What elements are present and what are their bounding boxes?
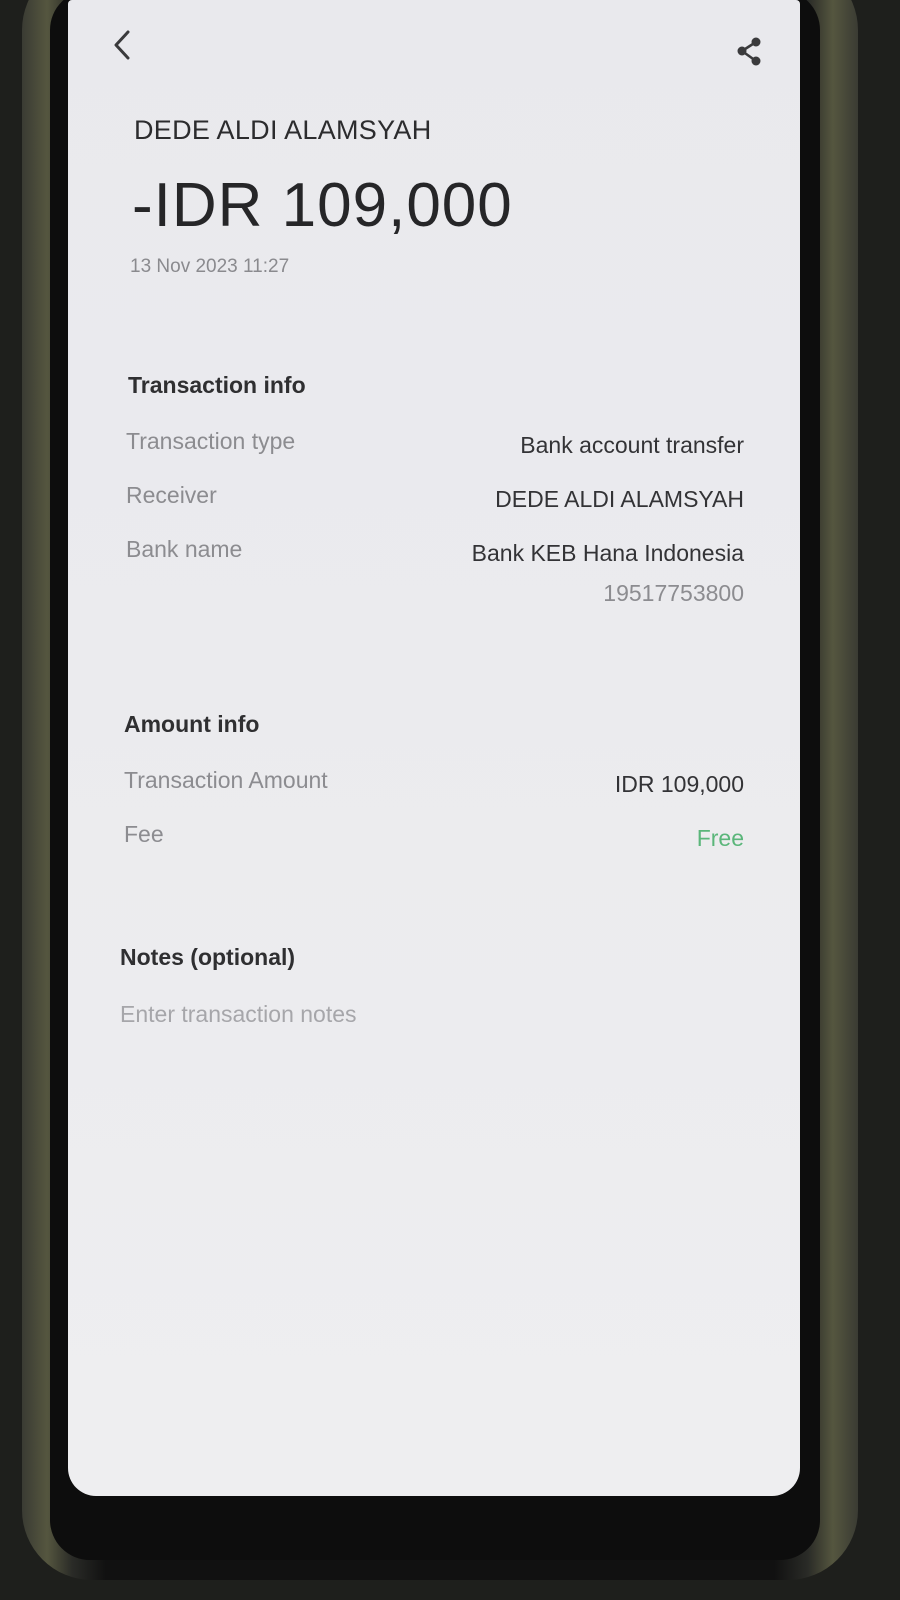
transaction-notes-input[interactable] [120,996,740,1032]
fee-label: Fee [124,821,164,847]
transaction-amount-value: IDR 109,000 [614,771,744,797]
bank-name-label: Bank name [126,536,243,562]
transaction-type-label: Transaction type [126,428,296,454]
notes-title: Notes (optional) [120,944,296,970]
transaction-type-value: Bank account transfer [520,432,744,458]
payee-name: DEDE ALDI ALAMSYAH [134,115,432,145]
bank-name-value: Bank KEB Hana Indonesia [471,540,744,566]
fee-value: Free [696,825,744,851]
transaction-datetime: 13 Nov 2023 11:27 [130,256,290,277]
account-number: 19517753800 [603,580,744,606]
amount-info-title: Amount info [124,711,260,737]
receiver-label: Receiver [126,482,217,508]
transaction-total-amount: -IDR 109,000 [132,171,513,240]
transaction-amount-label: Transaction Amount [124,767,328,793]
chevron-left-icon[interactable] [108,28,138,62]
share-icon[interactable] [734,36,764,68]
transaction-info-title: Transaction info [128,372,306,398]
transaction-detail-screen: DEDE ALDI ALAMSYAH -IDR 109,000 13 Nov 2… [68,0,800,1496]
receiver-value: DEDE ALDI ALAMSYAH [495,486,744,512]
